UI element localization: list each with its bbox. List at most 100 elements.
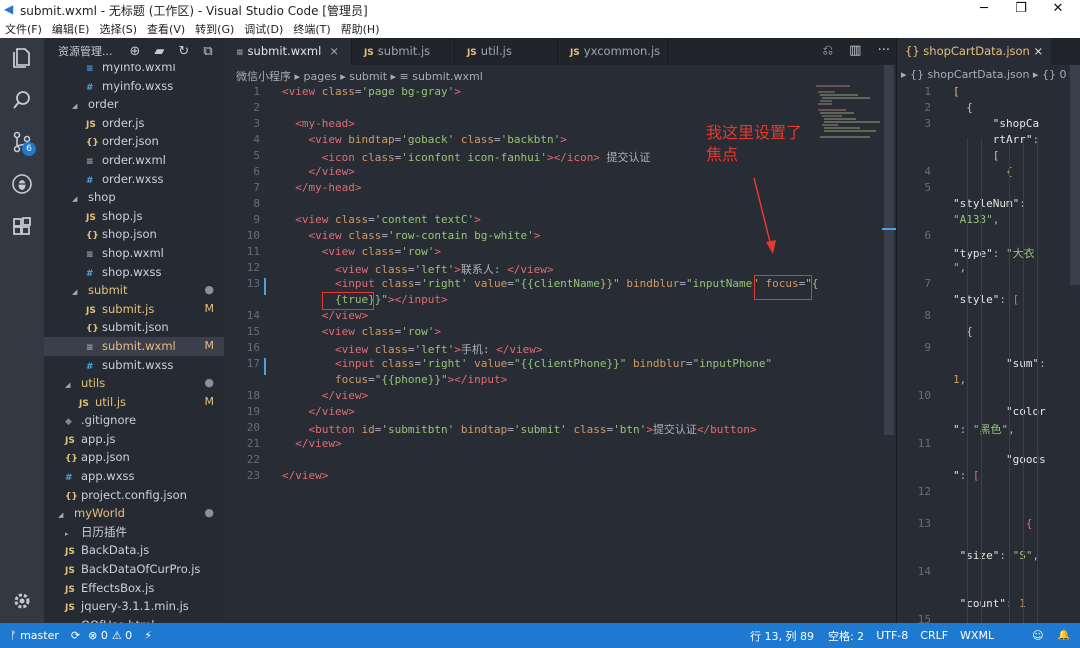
explorer-icon[interactable] xyxy=(0,38,44,78)
feedback-smiley-icon[interactable]: ☺ xyxy=(1032,629,1043,642)
menu-edit[interactable]: 编辑(E) xyxy=(47,21,95,37)
collapse-all-icon[interactable]: ⧉ xyxy=(203,44,212,59)
tree-file[interactable]: # submit.wxss xyxy=(44,356,224,375)
git-branch[interactable]: ᚠ master xyxy=(10,629,59,642)
tree-file[interactable]: JS order.js xyxy=(44,114,224,133)
code-line: <view class='row-contain bg-white'> xyxy=(282,229,541,242)
code-token: 'row-contain bg-white' xyxy=(388,229,534,242)
json-line: ", xyxy=(953,261,966,274)
tree-file[interactable]: JS shop.js xyxy=(44,207,224,226)
errors-count[interactable]: ⊗ 0 xyxy=(88,629,108,642)
tree-file[interactable]: # order.wxss xyxy=(44,170,224,189)
tree-folder[interactable]: ◢ shop xyxy=(44,188,224,207)
tree-file[interactable]: JS EffectsBox.js xyxy=(44,579,224,598)
tree-file[interactable]: {} project.config.json xyxy=(44,486,224,505)
open-changes-icon[interactable]: ⎌ xyxy=(823,43,833,58)
tree-file[interactable]: # app.wxss xyxy=(44,467,224,486)
explorer-header: 资源管理... ⊕ ▰ ↻ ⧉ xyxy=(44,38,224,64)
menu-go[interactable]: 转到(G) xyxy=(190,21,239,37)
notifications-bell-icon[interactable]: 🔔 xyxy=(1058,630,1070,641)
tree-folder[interactable]: ◢ utils ● xyxy=(44,374,224,393)
search-icon[interactable] xyxy=(0,80,44,120)
tab-submit-wxml[interactable]: ≡ submit.wxml × xyxy=(224,38,352,65)
scrollbar-thumb[interactable] xyxy=(884,65,894,435)
minimap[interactable] xyxy=(810,82,882,152)
tab-submit-js[interactable]: JS submit.js xyxy=(352,38,455,65)
menu-debug[interactable]: 调试(D) xyxy=(239,21,288,37)
tab-close-icon[interactable]: × xyxy=(1034,44,1044,58)
close-button[interactable]: ✕ xyxy=(1040,0,1076,20)
tree-file[interactable]: JS util.js M xyxy=(44,393,224,412)
json-token: 1 xyxy=(953,373,960,386)
tree-file[interactable]: # myinfo.wxss xyxy=(44,77,224,96)
tree-file[interactable]: JS BackDataOfCurPro.js xyxy=(44,560,224,579)
new-folder-icon[interactable]: ▰ xyxy=(154,44,164,59)
tab-yxcommon-js[interactable]: JS yxcommon.js xyxy=(558,38,668,65)
code-token: > xyxy=(533,229,541,242)
cursor-position[interactable]: 行 13, 列 89 xyxy=(750,628,814,644)
more-actions-icon[interactable]: ··· xyxy=(878,43,890,58)
extensions-icon[interactable] xyxy=(0,206,44,246)
menu-terminal[interactable]: 终端(T) xyxy=(288,21,335,37)
tree-folder[interactable]: ◢ order xyxy=(44,95,224,114)
encoding[interactable]: UTF-8 xyxy=(876,629,908,642)
indentation[interactable]: 空格: 2 xyxy=(828,628,864,644)
menu-help[interactable]: 帮助(H) xyxy=(336,21,385,37)
new-file-icon[interactable]: ⊕ xyxy=(130,44,141,59)
json-scrollbar-thumb[interactable] xyxy=(1070,65,1080,285)
tree-item-label: order.js xyxy=(102,115,145,130)
menu-file[interactable]: 文件(F) xyxy=(0,21,47,37)
minimize-button[interactable]: ─ xyxy=(966,0,1002,20)
tree-file[interactable]: ≡ submit.wxml M xyxy=(44,336,224,356)
tree-item-label: submit.json xyxy=(102,320,169,335)
source-control-icon[interactable] xyxy=(0,122,44,162)
tab-close-icon[interactable]: × xyxy=(329,44,339,58)
tab-shopcartdata-json[interactable]: {} shopCartData.json × xyxy=(897,38,1052,65)
code-token: class xyxy=(374,343,408,356)
tree-file[interactable]: ≡ order.wxml xyxy=(44,151,224,170)
tree-file[interactable]: ◆ .gitignore xyxy=(44,411,224,430)
json-breadcrumb[interactable]: ▸ {} shopCartData.json ▸ {} 0 ▸ [ ] sh xyxy=(901,68,1080,81)
split-editor-icon[interactable]: ▥ xyxy=(849,43,861,58)
tree-file[interactable]: JS app.js xyxy=(44,430,224,449)
code-token: <view xyxy=(308,229,349,242)
maximize-button[interactable]: ❐ xyxy=(1003,0,1039,20)
tree-folder[interactable]: ▸ 日历插件 xyxy=(44,523,224,542)
tree-file[interactable]: JS BackData.js xyxy=(44,541,224,560)
json-line: 1, xyxy=(953,373,966,386)
window-title: submit.wxml - 无标题 (工作区) - Visual Studio … xyxy=(20,3,368,18)
breadcrumb[interactable]: 微信小程序 ▸ pages ▸ submit ▸ ≡ submit.wxml xyxy=(236,68,483,84)
tree-file[interactable]: {} submit.json xyxy=(44,318,224,337)
code-token: "inputName" xyxy=(686,277,759,290)
activity-bar: 6 xyxy=(0,38,44,623)
tree-file[interactable]: {} shop.json xyxy=(44,225,224,244)
tab-util-js[interactable]: JS util.js xyxy=(455,38,558,65)
tree-item-label: EffectsBox.js xyxy=(81,580,155,595)
code-line: <icon class='iconfont icon-fanhui'></ico… xyxy=(282,149,651,165)
line-ending[interactable]: CRLF xyxy=(920,629,948,642)
settings-gear-icon[interactable] xyxy=(0,581,44,621)
debug-icon[interactable] xyxy=(0,164,44,204)
warnings-count[interactable]: ⚠ 0 xyxy=(112,629,132,642)
tree-folder[interactable]: ◢ submit ● xyxy=(44,281,224,300)
tree-folder[interactable]: ◢ myWorld ● xyxy=(44,504,224,523)
line-number: 22 xyxy=(246,453,260,466)
menu-selection[interactable]: 选择(S) xyxy=(94,21,142,37)
line-number: 11 xyxy=(246,245,260,258)
tree-file[interactable]: JS jquery-3.1.1.min.js xyxy=(44,597,224,616)
tree-file[interactable]: ≡OOfUse.html xyxy=(44,616,224,623)
tree-file[interactable]: {} app.json xyxy=(44,448,224,467)
tree-file[interactable]: # shop.wxss xyxy=(44,263,224,282)
tree-file[interactable]: ≡ shop.wxml xyxy=(44,244,224,263)
language-mode[interactable]: WXML xyxy=(960,629,994,642)
bolt-icon[interactable]: ⚡ xyxy=(144,629,152,642)
sync-icon[interactable]: ⟳ xyxy=(71,629,80,642)
menu-view[interactable]: 查看(V) xyxy=(142,21,190,37)
editor-scrollbar[interactable] xyxy=(882,65,896,623)
tree-file[interactable]: JS submit.js M xyxy=(44,300,224,319)
tree-file[interactable]: {} order.json xyxy=(44,132,224,151)
refresh-icon[interactable]: ↻ xyxy=(178,44,189,59)
